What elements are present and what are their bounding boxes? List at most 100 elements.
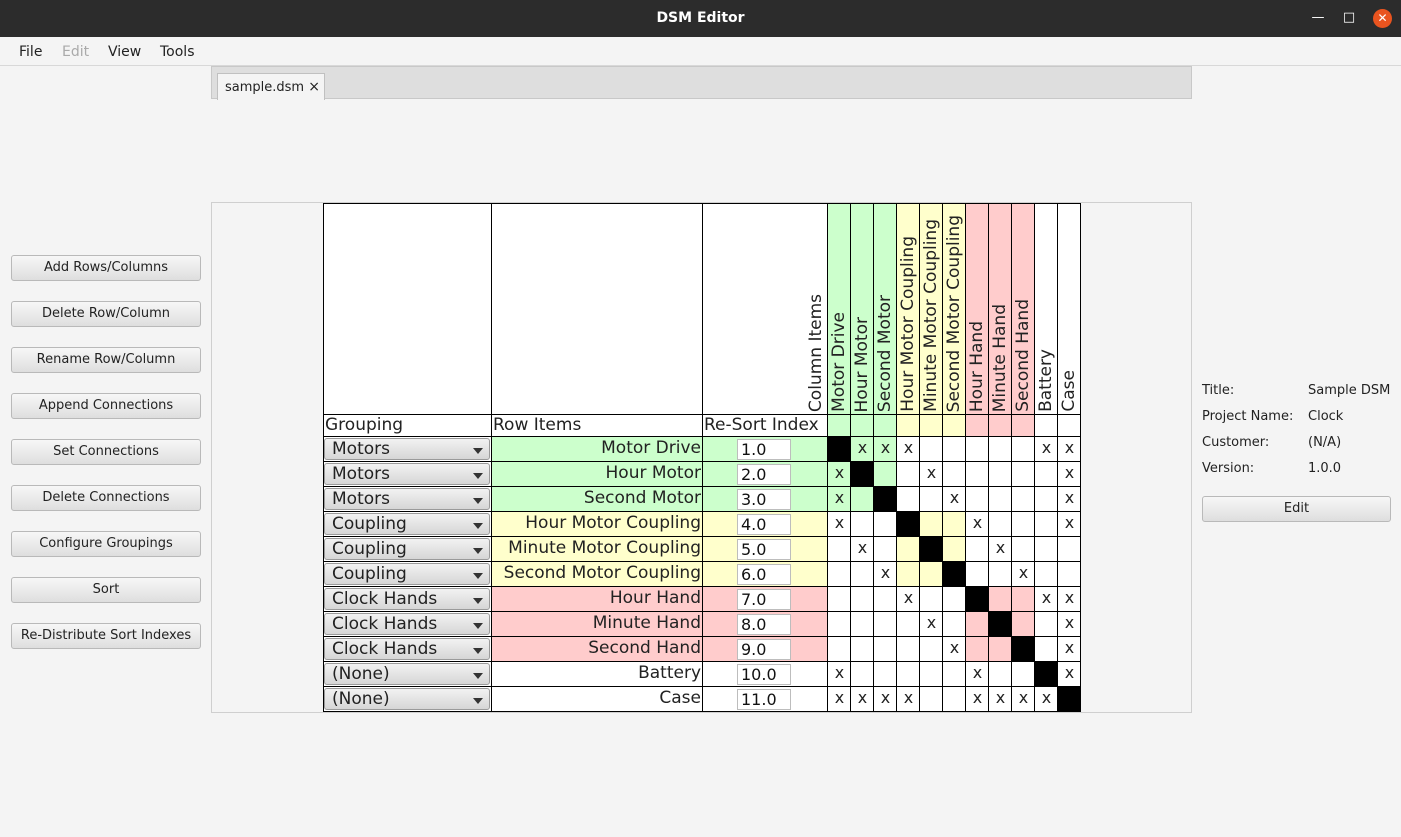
- matrix-cell[interactable]: [1011, 511, 1035, 537]
- rename-row-column-button[interactable]: Rename Row/Column: [11, 347, 201, 373]
- resort-index-input[interactable]: 9.0: [737, 639, 791, 660]
- menu-view[interactable]: View: [108, 44, 141, 60]
- tab-sample-dsm[interactable]: sample.dsm ×: [217, 73, 325, 100]
- matrix-cell[interactable]: x: [1034, 686, 1058, 712]
- matrix-cell[interactable]: x: [896, 586, 920, 612]
- append-connections-button[interactable]: Append Connections: [11, 393, 201, 419]
- grouping-dropdown[interactable]: Clock Hands: [324, 613, 490, 635]
- matrix-cell[interactable]: [1011, 436, 1035, 462]
- matrix-cell[interactable]: x: [965, 511, 989, 537]
- matrix-cell[interactable]: x: [1057, 586, 1081, 612]
- grouping-dropdown[interactable]: Coupling: [324, 513, 490, 535]
- column-header-3[interactable]: Hour Motor Coupling: [896, 203, 920, 415]
- matrix-cell[interactable]: [1034, 536, 1058, 562]
- resort-index-input[interactable]: 6.0: [737, 564, 791, 585]
- matrix-cell[interactable]: [827, 636, 851, 662]
- row-item-cell[interactable]: Second Hand: [491, 636, 703, 662]
- matrix-cell[interactable]: x: [988, 536, 1012, 562]
- grouping-dropdown[interactable]: Coupling: [324, 538, 490, 560]
- grouping-dropdown[interactable]: Motors: [324, 488, 490, 510]
- grouping-dropdown[interactable]: Motors: [324, 463, 490, 485]
- resort-index-input[interactable]: 4.0: [737, 514, 791, 535]
- row-item-cell[interactable]: Minute Hand: [491, 611, 703, 637]
- matrix-cell[interactable]: [1011, 661, 1035, 687]
- grouping-dropdown[interactable]: Motors: [324, 438, 490, 460]
- resort-index-input[interactable]: 8.0: [737, 614, 791, 635]
- matrix-cell[interactable]: [1034, 511, 1058, 537]
- column-header-2[interactable]: Second Motor: [873, 203, 897, 415]
- add-rows-columns-button[interactable]: Add Rows/Columns: [11, 255, 201, 281]
- matrix-cell[interactable]: [1034, 661, 1058, 687]
- matrix-cell[interactable]: [850, 511, 874, 537]
- matrix-cell[interactable]: [965, 436, 989, 462]
- matrix-cell[interactable]: x: [965, 686, 989, 712]
- edit-info-button[interactable]: Edit: [1202, 496, 1391, 522]
- matrix-cell[interactable]: [988, 486, 1012, 512]
- matrix-cell[interactable]: [965, 461, 989, 487]
- row-item-cell[interactable]: Motor Drive: [491, 436, 703, 462]
- matrix-cell[interactable]: x: [1057, 436, 1081, 462]
- matrix-cell[interactable]: [827, 436, 851, 462]
- matrix-cell[interactable]: [942, 611, 966, 637]
- grouping-dropdown[interactable]: Clock Hands: [324, 638, 490, 660]
- matrix-cell[interactable]: x: [873, 561, 897, 587]
- matrix-cell[interactable]: [850, 586, 874, 612]
- matrix-cell[interactable]: x: [873, 436, 897, 462]
- matrix-cell[interactable]: x: [896, 686, 920, 712]
- matrix-cell[interactable]: x: [1057, 611, 1081, 637]
- matrix-cell[interactable]: x: [827, 511, 851, 537]
- matrix-cell[interactable]: [1057, 536, 1081, 562]
- matrix-cell[interactable]: [965, 611, 989, 637]
- resort-index-input[interactable]: 7.0: [737, 589, 791, 610]
- matrix-cell[interactable]: [965, 536, 989, 562]
- matrix-cell[interactable]: [919, 511, 943, 537]
- matrix-cell[interactable]: [988, 511, 1012, 537]
- matrix-cell[interactable]: [919, 686, 943, 712]
- matrix-cell[interactable]: x: [919, 461, 943, 487]
- matrix-cell[interactable]: [1034, 561, 1058, 587]
- column-header-6[interactable]: Hour Hand: [965, 203, 989, 415]
- matrix-cell[interactable]: x: [827, 661, 851, 687]
- menu-file[interactable]: File: [19, 44, 42, 60]
- matrix-cell[interactable]: [896, 611, 920, 637]
- column-header-4[interactable]: Minute Motor Coupling: [919, 203, 943, 415]
- tab-close-icon[interactable]: ×: [308, 79, 320, 95]
- matrix-cell[interactable]: x: [988, 686, 1012, 712]
- column-header-9[interactable]: Battery: [1034, 203, 1058, 415]
- matrix-cell[interactable]: [965, 486, 989, 512]
- matrix-cell[interactable]: [827, 561, 851, 587]
- matrix-cell[interactable]: x: [850, 436, 874, 462]
- matrix-cell[interactable]: x: [873, 686, 897, 712]
- matrix-cell[interactable]: x: [1057, 511, 1081, 537]
- matrix-cell[interactable]: [1011, 536, 1035, 562]
- resort-index-input[interactable]: 1.0: [737, 439, 791, 460]
- matrix-cell[interactable]: [1011, 486, 1035, 512]
- row-item-cell[interactable]: Hour Motor: [491, 461, 703, 487]
- matrix-cell[interactable]: [873, 511, 897, 537]
- matrix-cell[interactable]: x: [1057, 461, 1081, 487]
- row-item-cell[interactable]: Second Motor Coupling: [491, 561, 703, 587]
- matrix-cell[interactable]: x: [942, 636, 966, 662]
- matrix-cell[interactable]: [850, 461, 874, 487]
- row-item-cell[interactable]: Case: [491, 686, 703, 712]
- matrix-cell[interactable]: [873, 661, 897, 687]
- matrix-cell[interactable]: [1034, 486, 1058, 512]
- matrix-cell[interactable]: [1057, 686, 1081, 712]
- grouping-dropdown[interactable]: (None): [324, 688, 490, 710]
- delete-connections-button[interactable]: Delete Connections: [11, 485, 201, 511]
- matrix-cell[interactable]: [942, 536, 966, 562]
- delete-row-column-button[interactable]: Delete Row/Column: [11, 301, 201, 327]
- matrix-cell[interactable]: [942, 661, 966, 687]
- matrix-cell[interactable]: [942, 561, 966, 587]
- matrix-cell[interactable]: x: [919, 611, 943, 637]
- matrix-cell[interactable]: [1034, 611, 1058, 637]
- matrix-cell[interactable]: x: [1011, 561, 1035, 587]
- grouping-dropdown[interactable]: (None): [324, 663, 490, 685]
- matrix-cell[interactable]: [850, 636, 874, 662]
- column-header-7[interactable]: Minute Hand: [988, 203, 1012, 415]
- matrix-cell[interactable]: [1034, 461, 1058, 487]
- set-connections-button[interactable]: Set Connections: [11, 439, 201, 465]
- matrix-cell[interactable]: x: [1057, 486, 1081, 512]
- resort-index-input[interactable]: 10.0: [737, 664, 791, 685]
- matrix-cell[interactable]: x: [827, 486, 851, 512]
